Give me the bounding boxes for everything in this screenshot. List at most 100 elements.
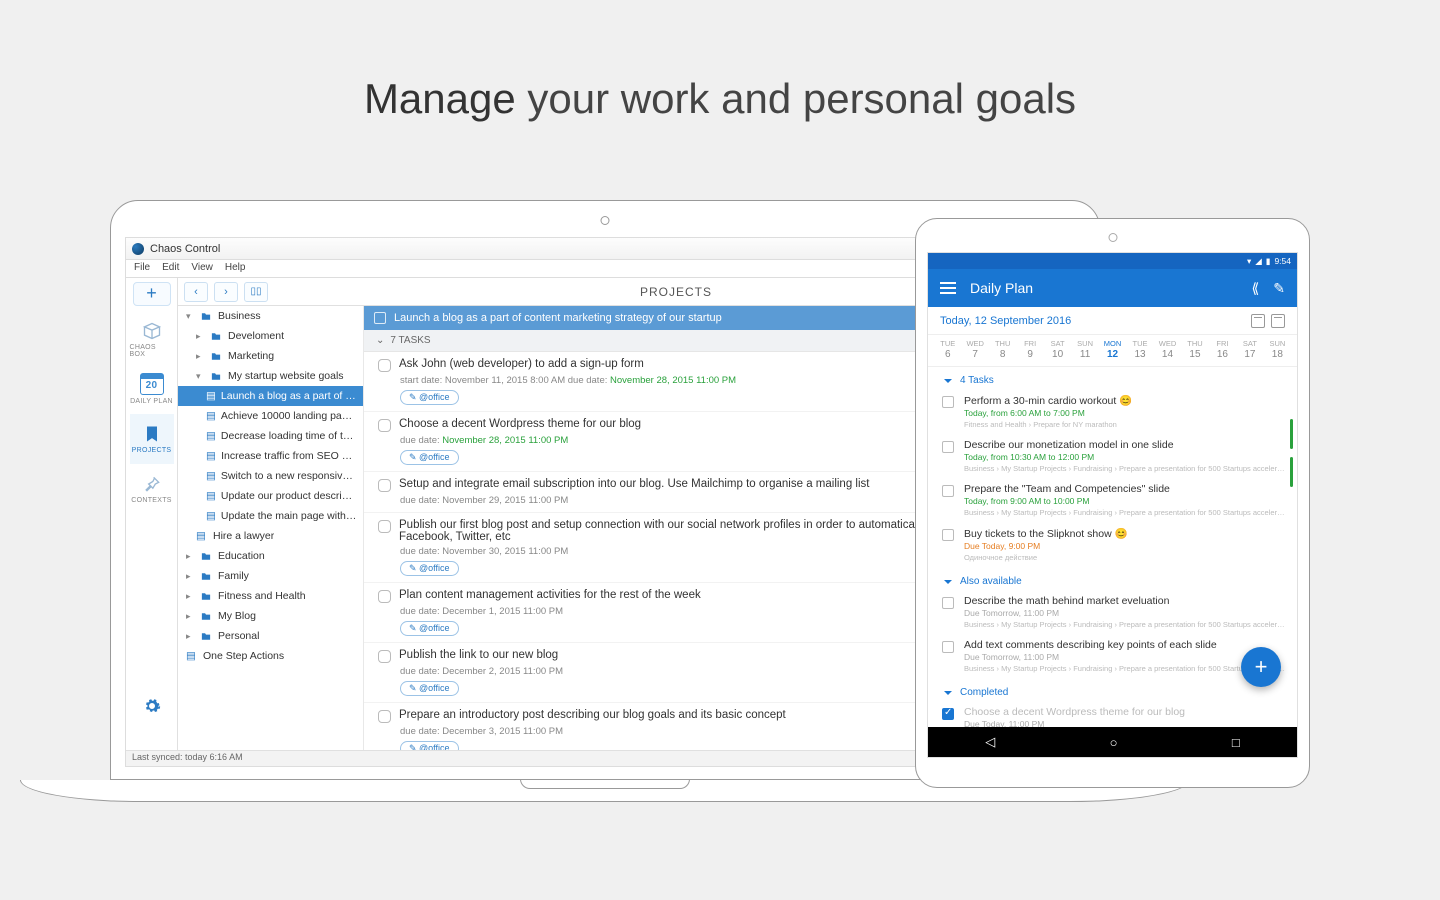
- tree-doc[interactable]: ▤Increase traffic from SEO by 300%: [178, 446, 363, 466]
- document-icon: ▤: [206, 450, 216, 462]
- context-tag[interactable]: ✎ @office: [400, 621, 459, 636]
- task-checkbox[interactable]: [942, 529, 954, 541]
- task-checkbox[interactable]: [942, 641, 954, 653]
- time-stripe: [1290, 457, 1293, 487]
- weekday-cell[interactable]: SAT17: [1236, 339, 1263, 360]
- tablet-task-row[interactable]: Describe the math behind market eveluati…: [928, 591, 1297, 635]
- task-checkbox[interactable]: [378, 520, 391, 533]
- weekday-cell[interactable]: FRI9: [1016, 339, 1043, 360]
- rail-projects[interactable]: PROJECTS: [130, 414, 174, 464]
- tablet-task-row[interactable]: Perform a 30-min cardio workout 😊Today, …: [928, 390, 1297, 435]
- context-tag[interactable]: ✎ @office: [400, 561, 459, 576]
- tree-folder-personal[interactable]: ▸Personal: [178, 626, 363, 646]
- tree-doc[interactable]: ▤Update our product description with s..…: [178, 486, 363, 506]
- context-tag[interactable]: ✎ @office: [400, 741, 459, 750]
- tree-doc[interactable]: ▤Update the main page with new graphi...: [178, 506, 363, 526]
- tree-doc[interactable]: ▤Launch a blog as a part of content ma..…: [178, 386, 363, 406]
- task-checkbox[interactable]: [942, 708, 954, 720]
- rail-contexts[interactable]: CONTEXTS: [130, 464, 174, 514]
- menu-file[interactable]: File: [134, 262, 150, 275]
- tree-folder-marketing[interactable]: ▸Marketing: [178, 346, 363, 366]
- tree-doc-one-step[interactable]: ▤One Step Actions: [178, 646, 363, 666]
- nav-back-button[interactable]: ‹: [184, 282, 208, 302]
- tree-doc[interactable]: ▤Decrease loading time of the website ..…: [178, 426, 363, 446]
- menu-edit[interactable]: Edit: [162, 262, 179, 275]
- context-tag[interactable]: ✎ @office: [400, 450, 459, 465]
- tree-doc-hire-lawyer[interactable]: ▤Hire a lawyer: [178, 526, 363, 546]
- tablet-task-row[interactable]: Describe our monetization model in one s…: [928, 435, 1297, 479]
- nav-recent-icon[interactable]: □: [1232, 735, 1240, 750]
- tree-folder-business[interactable]: ▾Business: [178, 306, 363, 326]
- task-title: Publish the link to our new blog: [399, 649, 558, 661]
- add-button[interactable]: +: [133, 282, 171, 306]
- calendar-icon: 20: [140, 373, 164, 395]
- tree-folder-fitness[interactable]: ▸Fitness and Health: [178, 586, 363, 606]
- task-checkbox[interactable]: [378, 710, 391, 723]
- hamburger-menu-button[interactable]: [940, 279, 956, 297]
- task-checkbox[interactable]: [942, 485, 954, 497]
- project-tree: ▾Business ▸Develoment ▸Marketing ▾My sta…: [178, 306, 364, 750]
- task-checkbox[interactable]: [378, 419, 391, 432]
- edit-button[interactable]: ✎: [1273, 280, 1285, 297]
- tree-doc[interactable]: ▤Achieve 10000 landing page unique vis..…: [178, 406, 363, 426]
- context-tag[interactable]: ✎ @office: [400, 681, 459, 696]
- tree-folder-my-startup[interactable]: ▾My startup website goals: [178, 366, 363, 386]
- weekday-cell[interactable]: TUE6: [934, 339, 961, 360]
- rail-daily-plan[interactable]: 20 DAILY PLAN: [130, 364, 174, 414]
- calendar-range-icon[interactable]: [1271, 314, 1285, 328]
- status-time: 9:54: [1274, 256, 1291, 266]
- weekday-cell[interactable]: SUN11: [1071, 339, 1098, 360]
- weekday-cell[interactable]: THU15: [1181, 339, 1208, 360]
- task-checkbox[interactable]: [942, 597, 954, 609]
- chevron-right-icon: ▸: [186, 551, 194, 562]
- tablet-task-row[interactable]: Choose a decent Wordpress theme for our …: [928, 702, 1297, 727]
- context-tag[interactable]: ✎ @office: [400, 390, 459, 405]
- week-strip[interactable]: TUE6WED7THU8FRI9SAT10SUN11MON12TUE13WED1…: [928, 335, 1297, 367]
- weekday-cell[interactable]: MON12: [1099, 339, 1126, 360]
- section-header[interactable]: 4 Tasks: [928, 367, 1297, 390]
- chevron-right-icon: ▸: [186, 631, 194, 642]
- tablet-task-row[interactable]: Buy tickets to the Slipknot show 😊Due To…: [928, 523, 1297, 568]
- folder-icon: [209, 331, 223, 342]
- tree-folder-development[interactable]: ▸Develoment: [178, 326, 363, 346]
- task-checkbox[interactable]: [378, 650, 391, 663]
- document-icon: ▤: [196, 530, 208, 542]
- task-breadcrumb: Business › My Startup Projects › Fundrai…: [964, 664, 1285, 673]
- weekday-cell[interactable]: FRI16: [1209, 339, 1236, 360]
- share-button[interactable]: ⟪: [1251, 280, 1259, 297]
- nav-back-icon[interactable]: ◁: [985, 734, 995, 750]
- section-header[interactable]: Completed: [928, 679, 1297, 702]
- weekday-cell[interactable]: THU8: [989, 339, 1016, 360]
- task-subtitle: Today, from 6:00 AM to 7:00 PM: [964, 408, 1285, 418]
- tree-folder-education[interactable]: ▸Education: [178, 546, 363, 566]
- weekday-cell[interactable]: SUN18: [1264, 339, 1291, 360]
- weekday-cell[interactable]: TUE13: [1126, 339, 1153, 360]
- tree-doc[interactable]: ▤Switch to a new responsive wordpress ..…: [178, 466, 363, 486]
- section-header[interactable]: Also available: [928, 568, 1297, 591]
- task-subtitle: Due Tomorrow, 11:00 PM: [964, 608, 1285, 618]
- settings-button[interactable]: [143, 697, 161, 720]
- tree-folder-family[interactable]: ▸Family: [178, 566, 363, 586]
- menu-help[interactable]: Help: [225, 262, 246, 275]
- task-checkbox[interactable]: [378, 590, 391, 603]
- task-checkbox[interactable]: [378, 359, 391, 372]
- task-checkbox[interactable]: [378, 479, 391, 492]
- wifi-icon: ▾: [1247, 256, 1251, 267]
- task-checkbox[interactable]: [942, 396, 954, 408]
- folder-icon: [199, 591, 213, 602]
- layout-toggle-button[interactable]: ▯▯: [244, 282, 268, 302]
- menu-view[interactable]: View: [191, 262, 213, 275]
- tree-folder-my-blog[interactable]: ▸My Blog: [178, 606, 363, 626]
- fab-add-button[interactable]: +: [1241, 647, 1281, 687]
- task-checkbox[interactable]: [942, 441, 954, 453]
- weekday-cell[interactable]: WED14: [1154, 339, 1181, 360]
- tablet-task-row[interactable]: Prepare the "Team and Competencies" slid…: [928, 479, 1297, 523]
- weekday-cell[interactable]: SAT10: [1044, 339, 1071, 360]
- nav-forward-button[interactable]: ›: [214, 282, 238, 302]
- folder-icon: [209, 371, 223, 382]
- rail-chaos-box[interactable]: CHAOS BOX: [130, 314, 174, 364]
- nav-home-icon[interactable]: ○: [1110, 735, 1118, 750]
- calendar-icon[interactable]: [1251, 314, 1265, 328]
- task-breadcrumb: Business › My Startup Projects › Fundrai…: [964, 508, 1285, 517]
- weekday-cell[interactable]: WED7: [961, 339, 988, 360]
